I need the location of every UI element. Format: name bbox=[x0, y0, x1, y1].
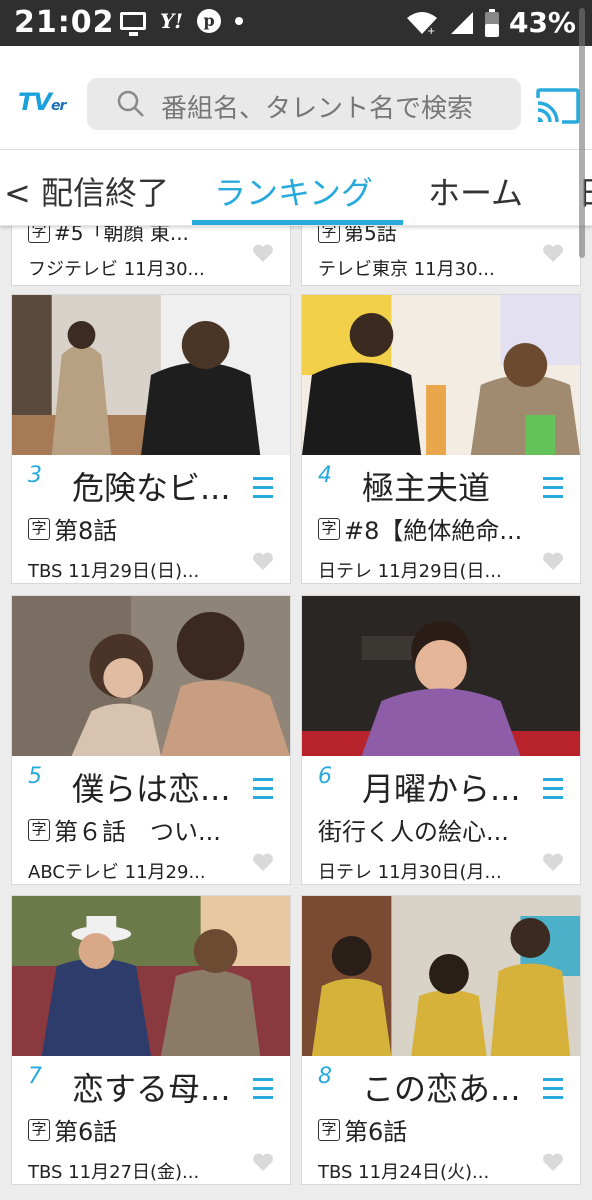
program-thumbnail[interactable] bbox=[302, 596, 580, 756]
heart-icon[interactable] bbox=[252, 243, 274, 263]
heart-icon[interactable] bbox=[542, 852, 564, 872]
ranking-card[interactable]: 5 僕らは恋... 字第６話 つい... ABCテレビ 11月29... bbox=[11, 595, 291, 885]
card-subtitle: 第6話 bbox=[344, 1118, 408, 1146]
rank-number: 4 bbox=[318, 463, 332, 488]
active-tab-indicator bbox=[192, 220, 403, 225]
caption-badge: 字 bbox=[318, 517, 340, 540]
search-input[interactable]: 番組名、タレント名で検索 bbox=[87, 78, 521, 130]
card-title: 月曜から... bbox=[362, 770, 521, 808]
rank-number: 3 bbox=[28, 463, 42, 488]
search-icon bbox=[117, 90, 144, 117]
rank-number: 7 bbox=[28, 1064, 42, 1089]
card-subtitle: 街行く人の絵心... bbox=[318, 818, 509, 846]
card-subtitle: 第６話 つい... bbox=[54, 818, 221, 846]
menu-icon[interactable] bbox=[253, 477, 273, 499]
heart-icon[interactable] bbox=[542, 551, 564, 571]
program-thumbnail[interactable] bbox=[12, 596, 290, 756]
tab-ended[interactable]: < 配信終了 bbox=[4, 168, 169, 214]
card-title: 危険なビ... bbox=[72, 469, 231, 507]
card-subtitle: 第8話 bbox=[54, 517, 118, 545]
category-tabs: < 配信終了 ランキング ホーム 日 bbox=[0, 150, 592, 226]
caption-badge: 字 bbox=[28, 517, 50, 540]
card-title: 極主夫道 bbox=[362, 469, 491, 507]
caption-badge: 字 bbox=[28, 1118, 50, 1141]
card-meta: ABCテレビ 11月29... bbox=[28, 862, 206, 883]
program-thumbnail[interactable] bbox=[302, 295, 580, 455]
ranking-card[interactable]: 4 極主夫道 字 #8【絶体絶命... 日テレ 11月29日(日... bbox=[301, 294, 581, 584]
logo-sub: er bbox=[50, 98, 66, 114]
heart-icon[interactable] bbox=[542, 1152, 564, 1172]
heart-icon[interactable] bbox=[542, 243, 564, 263]
tab-ranking[interactable]: ランキング bbox=[214, 168, 373, 214]
card-title: 恋する母... bbox=[72, 1070, 231, 1108]
rank-number: 6 bbox=[318, 764, 332, 789]
card-meta: TBS 11月24日(火)... bbox=[318, 1162, 490, 1183]
ranking-card[interactable]: 7 恋する母... 字第6話 TBS 11月27日(金)... bbox=[11, 895, 291, 1185]
monitor-icon bbox=[120, 12, 146, 36]
program-thumbnail[interactable] bbox=[302, 896, 580, 1056]
wifi-icon: + bbox=[406, 11, 437, 36]
caption-badge: 字 bbox=[28, 818, 50, 841]
status-bar: 21:02 Y! p + 43% bbox=[0, 0, 592, 46]
heart-icon[interactable] bbox=[252, 1152, 274, 1172]
ranking-card[interactable]: 8 この恋あ... 字第6話 TBS 11月24日(火)... bbox=[301, 895, 581, 1185]
card-meta: TBS 11月27日(金)... bbox=[28, 1162, 200, 1183]
notification-dot-icon bbox=[235, 17, 244, 25]
card-title: この恋あ... bbox=[362, 1070, 521, 1108]
ranking-card[interactable]: 3 危険なビ... 字第8話 TBS 11月29日(日)... bbox=[11, 294, 291, 584]
card-meta: TBS 11月29日(日)... bbox=[28, 561, 200, 582]
battery-icon bbox=[484, 8, 499, 37]
card-subtitle: #8【絶体絶命... bbox=[344, 517, 523, 545]
yahoo-icon: Y! bbox=[160, 9, 184, 33]
tab-home[interactable]: ホーム bbox=[428, 168, 523, 214]
menu-icon[interactable] bbox=[543, 778, 563, 800]
card-meta: 日テレ 11月29日(日... bbox=[318, 561, 502, 582]
heart-icon[interactable] bbox=[252, 551, 274, 571]
cast-icon[interactable] bbox=[536, 88, 580, 124]
logo-main: TV bbox=[18, 88, 52, 116]
heart-icon[interactable] bbox=[252, 852, 274, 872]
caption-badge: 字 bbox=[318, 1118, 340, 1141]
status-time: 21:02 bbox=[14, 5, 115, 40]
card-meta: フジテレビ 11月30... bbox=[28, 259, 205, 280]
signal-icon bbox=[450, 11, 473, 34]
ranking-card[interactable]: 6 月曜から... 街行く人の絵心... 日テレ 11月30日(月... bbox=[301, 595, 581, 885]
menu-icon[interactable] bbox=[543, 1078, 563, 1100]
program-thumbnail[interactable] bbox=[12, 896, 290, 1056]
card-title: 僕らは恋... bbox=[72, 770, 231, 808]
menu-icon[interactable] bbox=[253, 778, 273, 800]
scrollbar[interactable] bbox=[579, 8, 585, 258]
svg-text:+: + bbox=[427, 26, 435, 36]
menu-icon[interactable] bbox=[543, 477, 563, 499]
pinterest-icon: p bbox=[197, 9, 222, 33]
rank-number: 5 bbox=[28, 764, 42, 789]
search-placeholder: 番組名、タレント名で検索 bbox=[161, 94, 474, 124]
card-meta: テレビ東京 11月30... bbox=[318, 259, 495, 280]
card-meta: 日テレ 11月30日(月... bbox=[318, 862, 502, 883]
menu-icon[interactable] bbox=[253, 1078, 273, 1100]
battery-percent: 43% bbox=[508, 6, 576, 39]
app-header: TVer 番組名、タレント名で検索 bbox=[0, 46, 592, 150]
rank-number: 8 bbox=[318, 1064, 332, 1089]
tver-logo[interactable]: TVer bbox=[18, 88, 66, 116]
card-subtitle: 第6話 bbox=[54, 1118, 118, 1146]
program-thumbnail[interactable] bbox=[12, 295, 290, 455]
